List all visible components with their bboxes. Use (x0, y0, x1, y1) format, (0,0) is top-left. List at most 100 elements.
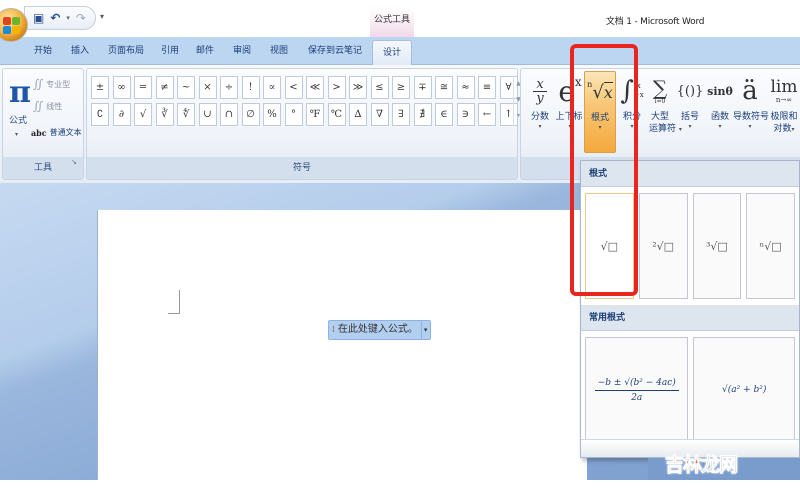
tools-group: π 公式 ▾ ∬ 专业型 ∬ 线性 abc 普通文本 工具 ↘ (2, 68, 84, 180)
cube-root-option[interactable]: ⁿ√□ (746, 193, 795, 299)
symbol-button[interactable]: ℃ (327, 103, 346, 126)
symbol-button[interactable]: ≠ (155, 76, 174, 99)
symbol-button[interactable]: ∓ (413, 76, 432, 99)
degree-root-option[interactable]: ²√□ (638, 193, 688, 299)
office-logo-icon (3, 17, 21, 35)
symbol-button[interactable]: ÷ (220, 76, 238, 99)
watermark: 吉林龙网 (665, 454, 739, 477)
tab-design[interactable]: 设计 (372, 40, 413, 66)
symbol-button[interactable]: ! (241, 76, 260, 99)
symbol-button[interactable]: ℉ (306, 103, 324, 126)
symbol-button[interactable]: > (327, 76, 346, 99)
symbol-button[interactable]: ± (91, 76, 109, 99)
symbol-gallery: ± ∞ = ≠ ~ × ÷! ∝ < ≪ > ≫ ≤ ≥ ∓ ≅ ≈ ≡ ∀ ∁ ∂ √ ∛ ∜ ∪ ∩ ∅% ° ℉ ℃ ∆ ∇ ∃ ∄ ∈ ∋ ← ↑ (91, 76, 518, 126)
dropdown-arrow-icon: ▾ (718, 123, 722, 130)
symbols-group-label: 符号 (87, 157, 517, 179)
tab-save-to-cloud-notes[interactable]: 保存到云笔记 (308, 43, 362, 56)
integral-button[interactable]: ∫ x −x 积分 ▾ (617, 71, 647, 153)
equation-button-label[interactable]: 公式 (9, 113, 27, 126)
linear-button[interactable]: ∬ 线性 (33, 99, 62, 113)
accent-button[interactable]: ä 导数符号 ▾ (733, 71, 769, 153)
symbol-button[interactable]: ∩ (220, 103, 238, 126)
bracket-icon: {()} (676, 83, 704, 99)
tools-group-label: 工具 ↘ (3, 157, 83, 179)
symbol-button[interactable]: ← (478, 103, 496, 126)
symbol-button[interactable]: ∅ (241, 103, 260, 126)
tab-home[interactable]: 开始 (34, 43, 52, 56)
tab-page-layout[interactable]: 页面布局 (108, 43, 144, 56)
tab-mailings[interactable]: 邮件 (196, 43, 214, 56)
symbol-button[interactable]: ∞ (112, 76, 131, 99)
professional-button[interactable]: ∬ 专业型 (33, 77, 70, 91)
redo-icon[interactable]: ↷ (76, 12, 86, 24)
symbol-button[interactable]: ≥ (392, 76, 410, 99)
symbol-button[interactable]: ∛ (155, 103, 174, 126)
symbol-button[interactable]: ≅ (435, 76, 453, 99)
symbol-button[interactable]: ≤ (370, 76, 389, 99)
dropdown-arrow-icon: ▾ (568, 123, 572, 130)
dialog-launcher-icon[interactable]: ↘ (71, 151, 77, 173)
window-title: 文档 1 - Microsoft Word (606, 17, 705, 27)
limit-icon: lim n→∞ (770, 77, 798, 104)
equation-handle-icon[interactable]: ⁞ (332, 321, 335, 339)
equation-options-icon[interactable]: ▾ (420, 321, 427, 339)
symbol-button[interactable]: ≡ (478, 76, 496, 99)
save-icon[interactable]: ▣ (33, 12, 44, 24)
symbol-button[interactable]: ∆ (349, 103, 367, 126)
symbol-button[interactable]: ∂ (112, 103, 131, 126)
square-root-with-degree-option[interactable]: ³√□ (692, 193, 742, 299)
square-root-option[interactable]: √□ (585, 193, 634, 299)
tab-view[interactable]: 视图 (270, 43, 288, 56)
limit-log-button[interactable]: lim n→∞ 极限和 对数▾ (769, 71, 799, 153)
symbol-button[interactable]: ∝ (263, 76, 281, 99)
script-button[interactable]: ex 上下标 ▾ (555, 71, 585, 153)
dropdown-arrow-icon: ▾ (630, 123, 634, 130)
function-icon: sinθ (707, 84, 733, 98)
symbol-button[interactable]: × (198, 76, 217, 99)
symbol-button[interactable]: ∁ (91, 103, 109, 126)
symbol-button[interactable]: √ (134, 103, 152, 126)
symbol-button[interactable]: % (263, 103, 281, 126)
quadratic-formula-option[interactable]: −b ± √(b² − 4ac) 2a (585, 337, 689, 443)
large-operator-button[interactable]: ∑ i=0 大型 运算符 ▾ (645, 71, 682, 153)
normal-text-button[interactable]: abc 普通文本 (31, 127, 82, 138)
function-button[interactable]: sinθ 函数 ▾ (705, 71, 735, 153)
gallery-section-title: 常用根式 (581, 305, 799, 331)
context-tab-group-label: 公式工具 (370, 8, 414, 38)
status-area (0, 480, 800, 500)
radical-gallery-dropdown: 根式 √□ ²√□ ³√□ ⁿ√□ 常用根式 −b ± √(b² − 4ac) … (580, 160, 800, 458)
symbol-button[interactable]: ∜ (177, 103, 195, 126)
radical-button[interactable]: n √ x 根式 ▾ (584, 71, 616, 153)
undo-icon[interactable]: ↶ (50, 12, 60, 24)
symbol-button[interactable]: < (284, 76, 303, 99)
symbol-button[interactable]: ≫ (349, 76, 367, 99)
document-page[interactable]: ⁞ 在此处键入公式。 ▾ (97, 210, 587, 485)
symbol-button[interactable]: ° (284, 103, 303, 126)
symbol-button[interactable]: ∈ (435, 103, 453, 126)
symbol-button[interactable]: ∪ (198, 103, 217, 126)
fraction-button[interactable]: xy 分数 ▾ (525, 71, 555, 153)
symbol-button[interactable]: ∃ (392, 103, 410, 126)
undo-dropdown-icon[interactable]: ▾ (66, 14, 70, 22)
equation-placeholder[interactable]: 在此处键入公式。 (338, 321, 418, 339)
tab-references[interactable]: 引用 (161, 43, 179, 56)
tab-review[interactable]: 审阅 (233, 43, 251, 56)
symbol-button[interactable]: = (134, 76, 152, 99)
symbol-button[interactable]: ≪ (306, 76, 324, 99)
pythagorean-root-option[interactable]: √(a² + b²) (693, 337, 795, 443)
script-icon: ex (558, 74, 582, 108)
quick-access-toolbar: ▣ ↶ ▾ ↷ (24, 6, 96, 30)
qat-dropdown-icon[interactable]: ▾ (100, 12, 104, 21)
equation-input-box[interactable]: ⁞ 在此处键入公式。 ▾ (328, 320, 432, 340)
symbol-button[interactable]: ∋ (456, 103, 475, 126)
symbol-button[interactable]: ∇ (370, 103, 389, 126)
symbol-button[interactable]: ~ (177, 76, 195, 99)
dropdown-arrow-icon: ▾ (538, 123, 542, 130)
symbol-button[interactable]: ∄ (413, 103, 432, 126)
bracket-button[interactable]: {()} 括号 ▾ (675, 71, 705, 153)
equation-dropdown-icon[interactable]: ▾ (15, 131, 18, 138)
gallery-section-title: 根式 (581, 161, 799, 187)
tab-insert[interactable]: 插入 (71, 43, 89, 56)
equation-pi-icon[interactable]: π (9, 75, 31, 110)
symbol-button[interactable]: ≈ (456, 76, 475, 99)
